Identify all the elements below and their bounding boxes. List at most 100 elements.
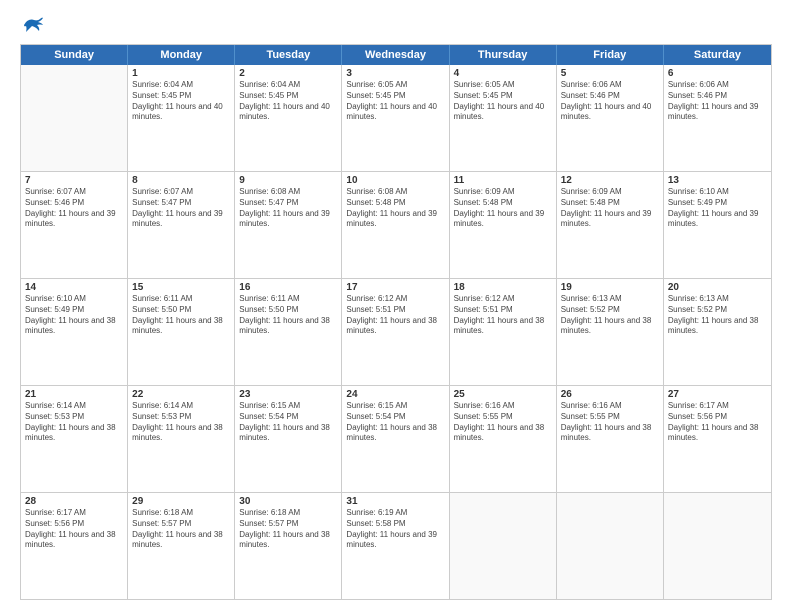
day-number: 9 xyxy=(239,175,337,186)
table-row: 4Sunrise: 6:05 AM Sunset: 5:45 PM Daylig… xyxy=(450,65,557,171)
day-number: 1 xyxy=(132,68,230,79)
day-number: 16 xyxy=(239,282,337,293)
day-of-week-header: Wednesday xyxy=(342,45,449,65)
logo xyxy=(20,16,44,34)
day-info: Sunrise: 6:15 AM Sunset: 5:54 PM Dayligh… xyxy=(346,401,444,444)
day-info: Sunrise: 6:17 AM Sunset: 5:56 PM Dayligh… xyxy=(25,508,123,551)
day-info: Sunrise: 6:10 AM Sunset: 5:49 PM Dayligh… xyxy=(25,294,123,337)
table-row: 12Sunrise: 6:09 AM Sunset: 5:48 PM Dayli… xyxy=(557,172,664,278)
day-of-week-header: Sunday xyxy=(21,45,128,65)
day-of-week-header: Tuesday xyxy=(235,45,342,65)
day-info: Sunrise: 6:10 AM Sunset: 5:49 PM Dayligh… xyxy=(668,187,767,230)
table-row: 14Sunrise: 6:10 AM Sunset: 5:49 PM Dayli… xyxy=(21,279,128,385)
table-row: 13Sunrise: 6:10 AM Sunset: 5:49 PM Dayli… xyxy=(664,172,771,278)
table-row: 29Sunrise: 6:18 AM Sunset: 5:57 PM Dayli… xyxy=(128,493,235,599)
day-info: Sunrise: 6:05 AM Sunset: 5:45 PM Dayligh… xyxy=(346,80,444,123)
day-number: 7 xyxy=(25,175,123,186)
table-row: 23Sunrise: 6:15 AM Sunset: 5:54 PM Dayli… xyxy=(235,386,342,492)
day-number: 31 xyxy=(346,496,444,507)
day-info: Sunrise: 6:17 AM Sunset: 5:56 PM Dayligh… xyxy=(668,401,767,444)
day-info: Sunrise: 6:12 AM Sunset: 5:51 PM Dayligh… xyxy=(454,294,552,337)
calendar-row: 21Sunrise: 6:14 AM Sunset: 5:53 PM Dayli… xyxy=(21,385,771,492)
table-row: 5Sunrise: 6:06 AM Sunset: 5:46 PM Daylig… xyxy=(557,65,664,171)
day-info: Sunrise: 6:12 AM Sunset: 5:51 PM Dayligh… xyxy=(346,294,444,337)
day-number: 26 xyxy=(561,389,659,400)
day-number: 20 xyxy=(668,282,767,293)
day-info: Sunrise: 6:14 AM Sunset: 5:53 PM Dayligh… xyxy=(132,401,230,444)
table-row: 17Sunrise: 6:12 AM Sunset: 5:51 PM Dayli… xyxy=(342,279,449,385)
page-header xyxy=(20,16,772,34)
table-row: 24Sunrise: 6:15 AM Sunset: 5:54 PM Dayli… xyxy=(342,386,449,492)
table-row xyxy=(450,493,557,599)
calendar-header: SundayMondayTuesdayWednesdayThursdayFrid… xyxy=(21,45,771,65)
day-of-week-header: Monday xyxy=(128,45,235,65)
table-row: 15Sunrise: 6:11 AM Sunset: 5:50 PM Dayli… xyxy=(128,279,235,385)
table-row: 26Sunrise: 6:16 AM Sunset: 5:55 PM Dayli… xyxy=(557,386,664,492)
table-row: 22Sunrise: 6:14 AM Sunset: 5:53 PM Dayli… xyxy=(128,386,235,492)
table-row: 2Sunrise: 6:04 AM Sunset: 5:45 PM Daylig… xyxy=(235,65,342,171)
table-row xyxy=(664,493,771,599)
table-row: 19Sunrise: 6:13 AM Sunset: 5:52 PM Dayli… xyxy=(557,279,664,385)
day-of-week-header: Saturday xyxy=(664,45,771,65)
table-row: 10Sunrise: 6:08 AM Sunset: 5:48 PM Dayli… xyxy=(342,172,449,278)
day-number: 4 xyxy=(454,68,552,79)
day-number: 12 xyxy=(561,175,659,186)
day-number: 11 xyxy=(454,175,552,186)
day-info: Sunrise: 6:07 AM Sunset: 5:46 PM Dayligh… xyxy=(25,187,123,230)
day-info: Sunrise: 6:08 AM Sunset: 5:48 PM Dayligh… xyxy=(346,187,444,230)
day-info: Sunrise: 6:14 AM Sunset: 5:53 PM Dayligh… xyxy=(25,401,123,444)
day-of-week-header: Friday xyxy=(557,45,664,65)
day-info: Sunrise: 6:11 AM Sunset: 5:50 PM Dayligh… xyxy=(239,294,337,337)
table-row xyxy=(557,493,664,599)
table-row: 28Sunrise: 6:17 AM Sunset: 5:56 PM Dayli… xyxy=(21,493,128,599)
day-info: Sunrise: 6:15 AM Sunset: 5:54 PM Dayligh… xyxy=(239,401,337,444)
day-number: 19 xyxy=(561,282,659,293)
day-info: Sunrise: 6:09 AM Sunset: 5:48 PM Dayligh… xyxy=(561,187,659,230)
day-number: 2 xyxy=(239,68,337,79)
day-info: Sunrise: 6:16 AM Sunset: 5:55 PM Dayligh… xyxy=(454,401,552,444)
day-number: 10 xyxy=(346,175,444,186)
table-row: 31Sunrise: 6:19 AM Sunset: 5:58 PM Dayli… xyxy=(342,493,449,599)
day-info: Sunrise: 6:13 AM Sunset: 5:52 PM Dayligh… xyxy=(561,294,659,337)
day-number: 6 xyxy=(668,68,767,79)
table-row xyxy=(21,65,128,171)
day-number: 15 xyxy=(132,282,230,293)
table-row: 7Sunrise: 6:07 AM Sunset: 5:46 PM Daylig… xyxy=(21,172,128,278)
day-info: Sunrise: 6:05 AM Sunset: 5:45 PM Dayligh… xyxy=(454,80,552,123)
day-number: 25 xyxy=(454,389,552,400)
day-info: Sunrise: 6:18 AM Sunset: 5:57 PM Dayligh… xyxy=(239,508,337,551)
table-row: 6Sunrise: 6:06 AM Sunset: 5:46 PM Daylig… xyxy=(664,65,771,171)
day-number: 29 xyxy=(132,496,230,507)
day-info: Sunrise: 6:09 AM Sunset: 5:48 PM Dayligh… xyxy=(454,187,552,230)
day-info: Sunrise: 6:13 AM Sunset: 5:52 PM Dayligh… xyxy=(668,294,767,337)
day-number: 27 xyxy=(668,389,767,400)
table-row: 11Sunrise: 6:09 AM Sunset: 5:48 PM Dayli… xyxy=(450,172,557,278)
logo-bird-icon xyxy=(22,16,44,34)
table-row: 8Sunrise: 6:07 AM Sunset: 5:47 PM Daylig… xyxy=(128,172,235,278)
calendar-row: 14Sunrise: 6:10 AM Sunset: 5:49 PM Dayli… xyxy=(21,278,771,385)
day-number: 3 xyxy=(346,68,444,79)
table-row: 16Sunrise: 6:11 AM Sunset: 5:50 PM Dayli… xyxy=(235,279,342,385)
table-row: 3Sunrise: 6:05 AM Sunset: 5:45 PM Daylig… xyxy=(342,65,449,171)
day-info: Sunrise: 6:04 AM Sunset: 5:45 PM Dayligh… xyxy=(132,80,230,123)
calendar: SundayMondayTuesdayWednesdayThursdayFrid… xyxy=(20,44,772,600)
day-of-week-header: Thursday xyxy=(450,45,557,65)
day-info: Sunrise: 6:08 AM Sunset: 5:47 PM Dayligh… xyxy=(239,187,337,230)
day-info: Sunrise: 6:16 AM Sunset: 5:55 PM Dayligh… xyxy=(561,401,659,444)
table-row: 30Sunrise: 6:18 AM Sunset: 5:57 PM Dayli… xyxy=(235,493,342,599)
day-info: Sunrise: 6:07 AM Sunset: 5:47 PM Dayligh… xyxy=(132,187,230,230)
day-info: Sunrise: 6:19 AM Sunset: 5:58 PM Dayligh… xyxy=(346,508,444,551)
day-number: 21 xyxy=(25,389,123,400)
day-number: 18 xyxy=(454,282,552,293)
calendar-row: 28Sunrise: 6:17 AM Sunset: 5:56 PM Dayli… xyxy=(21,492,771,599)
table-row: 27Sunrise: 6:17 AM Sunset: 5:56 PM Dayli… xyxy=(664,386,771,492)
day-number: 5 xyxy=(561,68,659,79)
day-number: 30 xyxy=(239,496,337,507)
table-row: 9Sunrise: 6:08 AM Sunset: 5:47 PM Daylig… xyxy=(235,172,342,278)
day-number: 17 xyxy=(346,282,444,293)
calendar-page: SundayMondayTuesdayWednesdayThursdayFrid… xyxy=(0,0,792,612)
table-row: 25Sunrise: 6:16 AM Sunset: 5:55 PM Dayli… xyxy=(450,386,557,492)
table-row: 20Sunrise: 6:13 AM Sunset: 5:52 PM Dayli… xyxy=(664,279,771,385)
calendar-body: 1Sunrise: 6:04 AM Sunset: 5:45 PM Daylig… xyxy=(21,65,771,599)
day-number: 8 xyxy=(132,175,230,186)
